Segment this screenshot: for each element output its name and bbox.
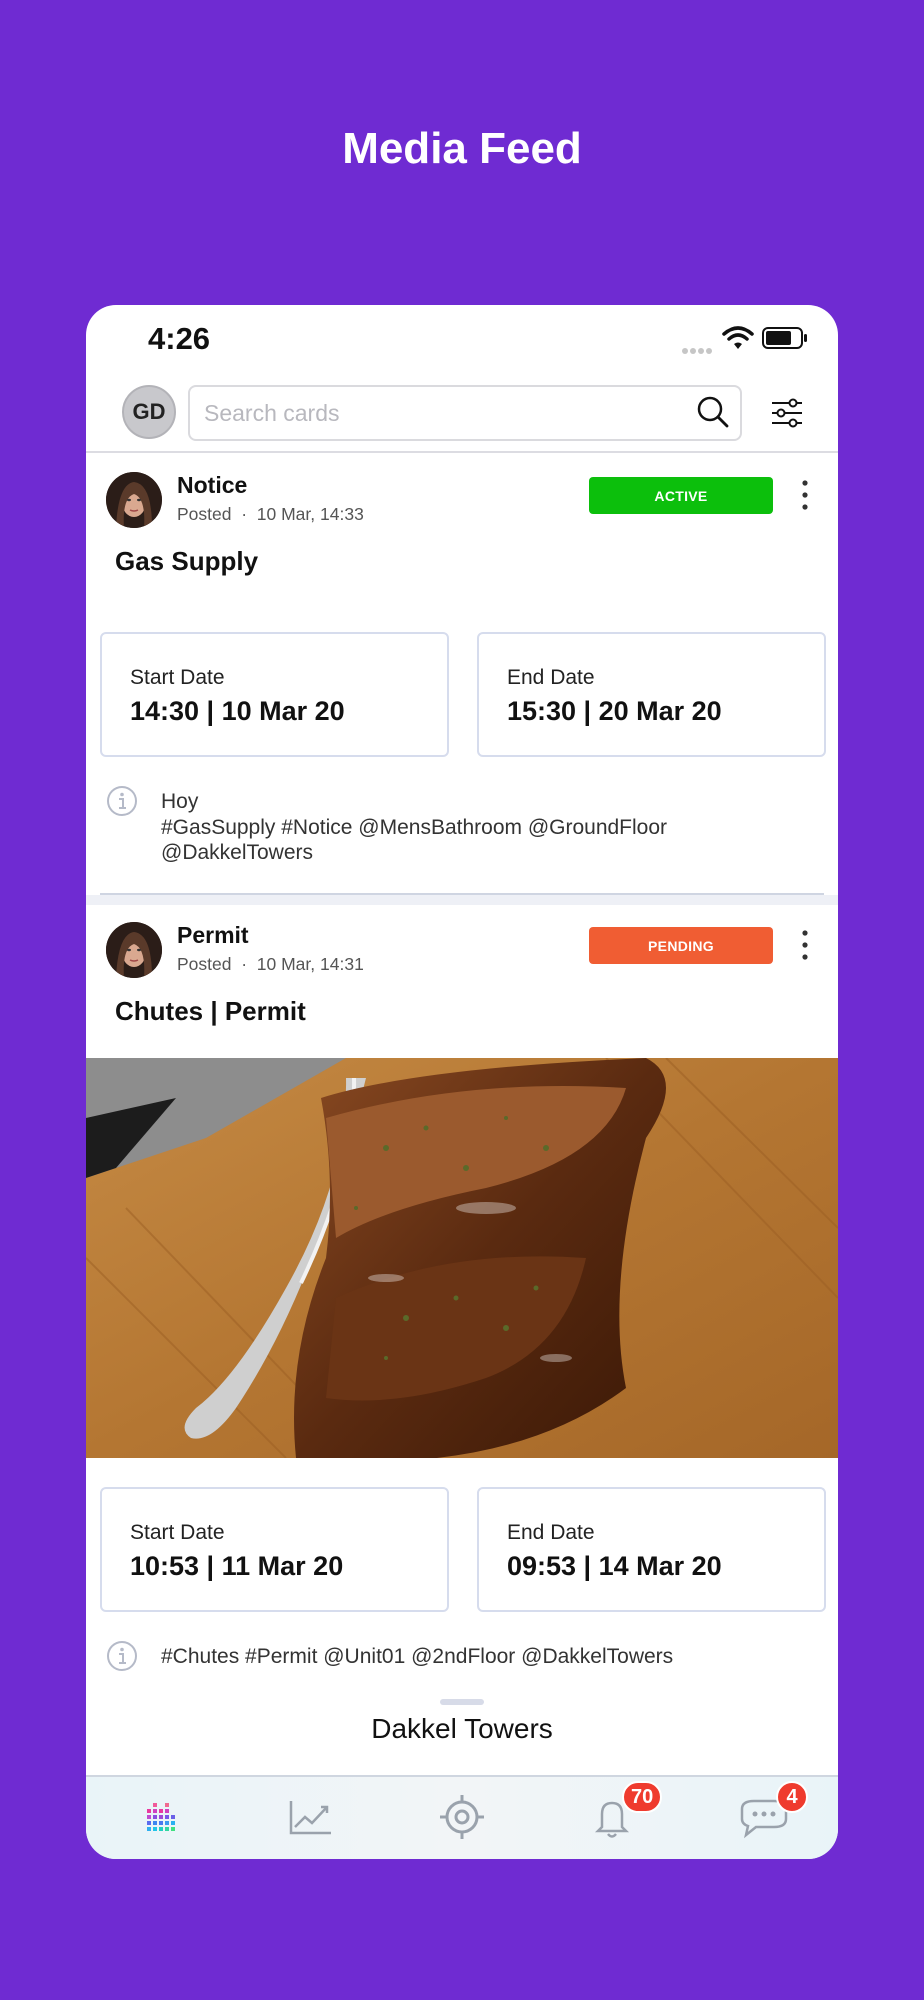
start-date-box: Start Date 14:30 | 10 Mar 20 [100, 632, 449, 757]
card-posted-meta: Posted · 10 Mar, 14:33 [177, 504, 364, 524]
start-date-value: 14:30 | 10 Mar 20 [130, 696, 345, 726]
search-header: GD Search cards [86, 377, 838, 453]
status-bar: 4:26 [86, 305, 838, 377]
wifi-icon [722, 326, 754, 349]
card-gap [86, 895, 838, 905]
info-icon [107, 786, 137, 816]
card-title: Chutes | Permit [115, 996, 306, 1026]
target-icon[interactable] [432, 1787, 492, 1847]
phone-screen: 4:26 GD Search cards Notice Posted · 10 … [86, 305, 838, 1859]
card-posted-meta: Posted · 10 Mar, 14:31 [177, 954, 364, 974]
end-date-label: End Date [507, 1521, 595, 1544]
cellular-signal-icon [682, 341, 716, 354]
end-date-label: End Date [507, 666, 595, 689]
messages-badge: 4 [776, 1781, 808, 1813]
status-time: 4:26 [148, 321, 211, 356]
card-title: Gas Supply [115, 546, 259, 576]
search-icon[interactable] [696, 395, 730, 429]
start-date-label: Start Date [130, 1521, 225, 1544]
card-photo[interactable] [86, 1058, 838, 1458]
end-date-box: End Date 09:53 | 14 Mar 20 [477, 1487, 826, 1612]
user-avatar[interactable]: GD [122, 385, 176, 439]
battery-icon [762, 327, 807, 349]
poster-avatar [106, 922, 162, 978]
info-icon [107, 1641, 137, 1671]
card-type: Notice [177, 472, 248, 498]
search-input[interactable]: Search cards [188, 385, 742, 441]
start-date-value: 10:53 | 11 Mar 20 [130, 1551, 344, 1581]
analytics-chart-icon[interactable] [281, 1787, 341, 1847]
start-date-box: Start Date 10:53 | 11 Mar 20 [100, 1487, 449, 1612]
notifications-badge: 70 [622, 1781, 663, 1813]
end-date-box: End Date 15:30 | 20 Mar 20 [477, 632, 826, 757]
card-type: Permit [177, 922, 249, 948]
more-options-icon[interactable] [801, 929, 809, 961]
end-date-value: 09:53 | 14 Mar 20 [507, 1551, 722, 1581]
poster-avatar [106, 472, 162, 528]
card-description: #Chutes #Permit @Unit01 @2ndFloor @Dakke… [161, 1645, 674, 1668]
building-name[interactable]: Dakkel Towers [86, 1713, 838, 1745]
more-options-icon[interactable] [801, 479, 809, 511]
feed-card[interactable]: Notice Posted · 10 Mar, 14:33 ACTIVE Gas… [86, 455, 838, 893]
start-date-label: Start Date [130, 666, 225, 689]
page-title: Media Feed [342, 124, 582, 173]
sheet-handle[interactable] [440, 1699, 484, 1705]
bottom-tab-bar: 70 4 [86, 1775, 838, 1859]
filter-settings-icon[interactable] [770, 397, 804, 429]
card-description: Hoy #GasSupply #Notice @MensBathroom @Gr… [161, 790, 668, 864]
dashboard-bars-icon[interactable] [130, 1787, 190, 1847]
status-badge-active: ACTIVE [589, 477, 773, 514]
status-badge-pending: PENDING [589, 927, 773, 964]
end-date-value: 15:30 | 20 Mar 20 [507, 696, 722, 726]
